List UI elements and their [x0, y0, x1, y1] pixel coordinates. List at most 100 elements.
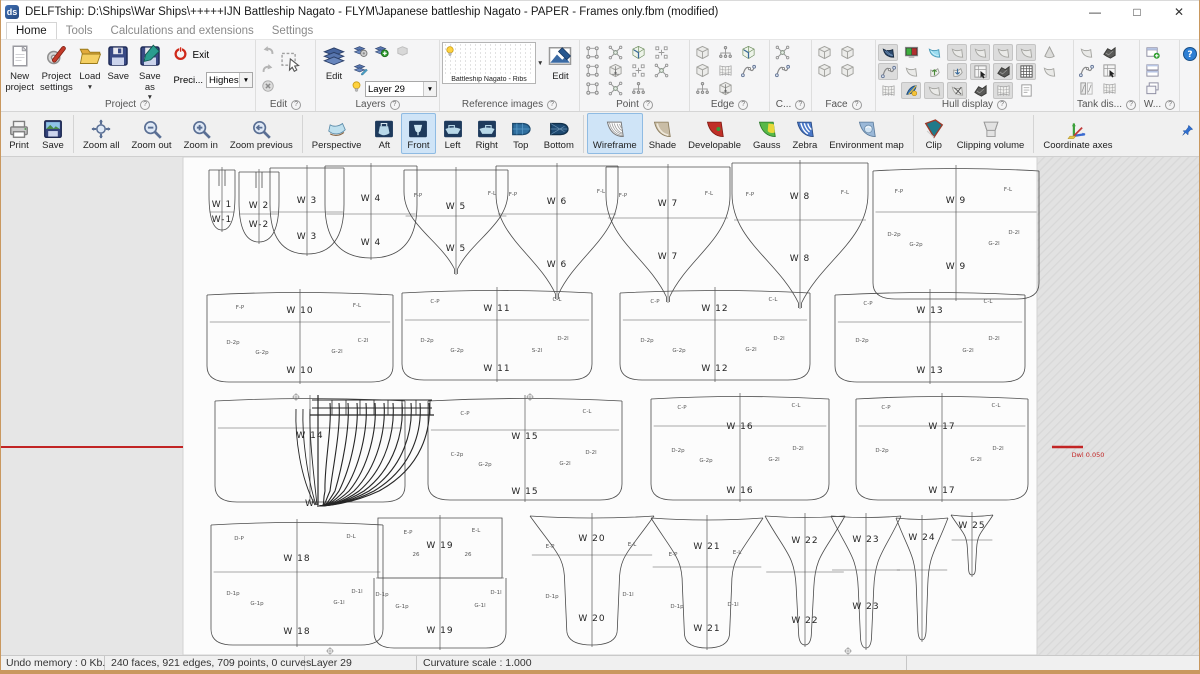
help-icon[interactable]: ?: [1126, 100, 1136, 110]
edge-tree-tool-button[interactable]: [715, 44, 735, 61]
cube-points-tool-button[interactable]: [628, 44, 648, 61]
point-net-tool-button[interactable]: [582, 62, 602, 79]
view-button-left[interactable]: Left: [436, 113, 470, 154]
face-cube-tool-button[interactable]: [837, 62, 857, 79]
face-cube-tool-button[interactable]: [837, 44, 857, 61]
net-surface-tool-button[interactable]: [715, 62, 735, 79]
view-button-right[interactable]: Right: [470, 113, 504, 154]
chevron-down-icon[interactable]: ▼: [537, 60, 543, 67]
menu-tab-calculations-and-extensions[interactable]: Calculations and extensions: [102, 22, 263, 39]
view-button-clip[interactable]: Clip: [917, 113, 951, 154]
point-collapse-tool-button[interactable]: [605, 44, 625, 61]
help-icon[interactable]: ?: [547, 100, 557, 110]
hull-gray-tool-button[interactable]: [1076, 44, 1096, 61]
view-button-zebra[interactable]: Zebra: [786, 113, 823, 154]
model-viewport[interactable]: W 1W-1W 2W-2W 3W 3W 4W 4W 5W 5F-PF-LW 6W…: [0, 157, 1200, 655]
layer-develop-button[interactable]: [350, 62, 370, 79]
menu-tab-tools[interactable]: Tools: [57, 22, 102, 39]
window-split-tool-button[interactable]: [1142, 62, 1162, 79]
view-button-bottom[interactable]: Bottom: [538, 113, 580, 154]
dark-patch-tool-button[interactable]: [993, 63, 1013, 80]
layer-auto-group-button[interactable]: [350, 44, 370, 61]
cube-interior-tool-button[interactable]: [605, 62, 625, 79]
net-surface-tool-button[interactable]: [878, 82, 898, 99]
minimize-button[interactable]: —: [1074, 1, 1116, 22]
close-button[interactable]: ✕: [1158, 1, 1200, 22]
point-collapse-tool-button[interactable]: [605, 80, 625, 97]
view-button-developable[interactable]: Developable: [682, 113, 747, 154]
project-settings-button[interactable]: Project settings: [37, 42, 75, 95]
redo-button[interactable]: [258, 62, 278, 79]
net-surface-tool-button[interactable]: [993, 82, 1013, 99]
cone-gray-tool-button[interactable]: [1039, 44, 1059, 61]
hull-aqua-tool-button[interactable]: [924, 44, 944, 61]
help-icon[interactable]: ?: [795, 100, 805, 110]
view-button-clipping-volume[interactable]: Clipping volume: [951, 113, 1031, 154]
curve-fair-tool-button[interactable]: [772, 62, 792, 79]
hull-gray-tool-button[interactable]: [970, 44, 990, 61]
edge-tree-tool-button[interactable]: [628, 80, 648, 97]
hull-gray-tool-button[interactable]: [993, 44, 1013, 61]
curve-fair-tool-button[interactable]: [738, 62, 758, 79]
cube-points-tool-button[interactable]: [738, 44, 758, 61]
body-plan-canvas[interactable]: W 1W-1W 2W-2W 3W 3W 4W 4W 5W 5F-PF-LW 6W…: [0, 157, 1200, 655]
align-points-tool-button[interactable]: [651, 44, 671, 61]
select-button[interactable]: [278, 42, 304, 77]
small-doc-tool-button[interactable]: [1016, 82, 1036, 99]
undo-button[interactable]: [258, 44, 278, 61]
layer-visibility-bulb-icon[interactable]: [350, 80, 363, 98]
reference-visibility-bulb-icon[interactable]: [444, 44, 456, 62]
add-layer-button[interactable]: [371, 44, 391, 61]
tank-pair-tool-button[interactable]: [1076, 80, 1096, 97]
view-button-perspective[interactable]: Perspective: [306, 113, 368, 154]
load-button[interactable]: Load ▼: [76, 42, 105, 93]
point-collapse-tool-button[interactable]: [651, 62, 671, 79]
view-button-zoom-out[interactable]: Zoom out: [125, 113, 177, 154]
save-as-button[interactable]: Save as ▼: [132, 42, 167, 103]
view-button-aft[interactable]: Aft: [367, 113, 401, 154]
view-button-zoom-in[interactable]: Zoom in: [178, 113, 224, 154]
exit-button[interactable]: Exit: [173, 46, 253, 64]
edge-tree-tool-button[interactable]: [692, 80, 712, 97]
hull-gray-tool-button[interactable]: [901, 63, 921, 80]
point-collapse-tool-button[interactable]: [772, 44, 792, 61]
view-button-wireframe[interactable]: Wireframe: [587, 113, 643, 154]
point-net-tool-button[interactable]: [582, 80, 602, 97]
reference-image-preview[interactable]: Battleship Nagato - Ribs: [442, 42, 536, 84]
help-icon[interactable]: ?: [643, 100, 653, 110]
dark-patch-tool-button[interactable]: [970, 82, 990, 99]
hull-arrow-down-tool-button[interactable]: [947, 63, 967, 80]
view-button-zoom-previous[interactable]: Zoom previous: [224, 113, 299, 154]
hull-gray-tool-button[interactable]: [947, 44, 967, 61]
delete-button[interactable]: [258, 80, 278, 97]
align-points-tool-button[interactable]: [628, 62, 648, 79]
help-icon[interactable]: ?: [738, 100, 748, 110]
layer-disabled-button[interactable]: [392, 44, 412, 61]
curve-fair-tool-button[interactable]: [878, 63, 898, 80]
view-button-coordinate-axes[interactable]: Coordinate axes: [1037, 113, 1118, 154]
view-button-front[interactable]: Front: [401, 113, 435, 154]
face-cube-tool-button[interactable]: [814, 44, 834, 61]
view-button-print[interactable]: Print: [2, 113, 36, 154]
help-icon[interactable]: ?: [997, 100, 1007, 110]
maximize-button[interactable]: □: [1116, 1, 1158, 22]
net-surface-tool-button[interactable]: [1099, 80, 1119, 97]
hull-gray-tool-button[interactable]: [1039, 63, 1059, 80]
curve-fair-tool-button[interactable]: [1076, 62, 1096, 79]
view-button-save[interactable]: Save: [36, 113, 70, 154]
hull-arrow-up-tool-button[interactable]: [924, 63, 944, 80]
layers-edit-button[interactable]: Edit: [318, 42, 350, 85]
new-project-button[interactable]: New project: [2, 42, 37, 95]
active-layer-dropdown[interactable]: Layer 29 ▼: [365, 81, 437, 97]
view-button-shade[interactable]: Shade: [643, 113, 682, 154]
reference-edit-button[interactable]: Edit: [545, 42, 575, 85]
help-icon[interactable]: ?: [140, 100, 150, 110]
window-cascade-tool-button[interactable]: [1142, 80, 1162, 97]
window-new-tool-button[interactable]: [1142, 44, 1162, 61]
help-icon[interactable]: ?: [852, 100, 862, 110]
save-button[interactable]: Save: [104, 42, 132, 85]
calc-pointer-tool-button[interactable]: [1099, 62, 1119, 79]
hull-wire-dark-tool-button[interactable]: [878, 44, 898, 61]
help-icon[interactable]: ?: [1165, 100, 1175, 110]
cube-interior-tool-button[interactable]: [715, 80, 735, 97]
